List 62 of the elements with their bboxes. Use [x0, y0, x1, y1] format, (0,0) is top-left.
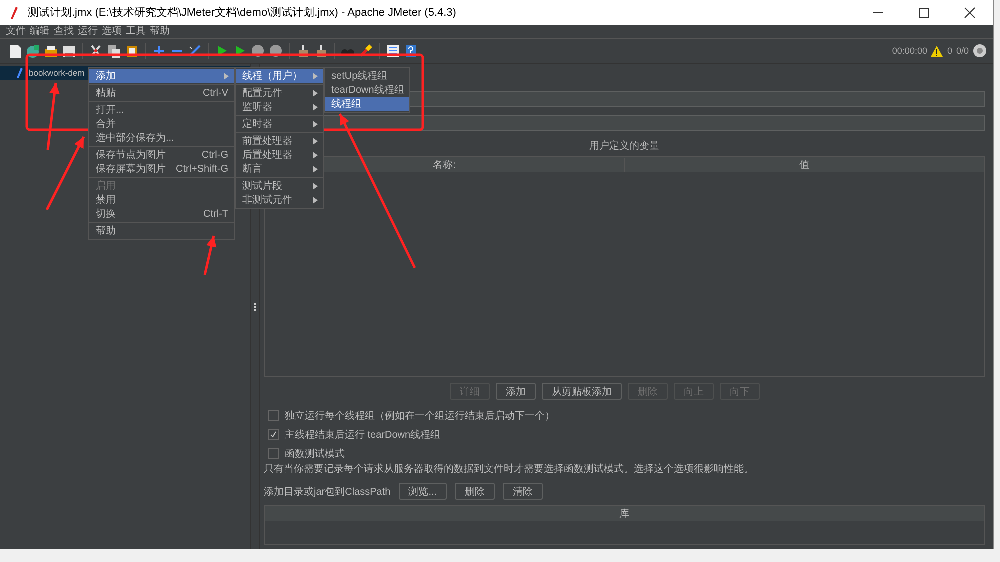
menu-item[interactable]: 配置元件 — [236, 86, 323, 100]
menu-item[interactable]: 查找 — [54, 26, 74, 38]
menu-item[interactable]: 禁用 — [89, 193, 234, 207]
globe-icon[interactable] — [26, 44, 40, 58]
menu-item[interactable]: 切换 Ctrl-T — [89, 207, 234, 221]
folder-icon[interactable] — [44, 44, 58, 58]
help-text: 只有当你需要记录每个请求从服务器取得的数据到文件时才需要选择函数测试模式。选择这个选项很影响性能。 — [264, 463, 755, 477]
menu-item[interactable]: 粘贴 Ctrl-V — [89, 86, 234, 100]
feather-icon — [16, 68, 24, 78]
error-count: 0 — [947, 46, 952, 56]
button[interactable]: 添加 — [496, 383, 536, 400]
menu-item[interactable]: 监听器 — [236, 100, 323, 114]
splitter-handle-icon[interactable] — [254, 302, 256, 310]
button[interactable]: 删除 — [455, 483, 496, 500]
checkbox[interactable] — [268, 410, 279, 421]
copy-icon[interactable] — [107, 44, 121, 58]
status-icon — [973, 44, 987, 58]
menu-item[interactable]: 测试片段 — [236, 179, 323, 193]
menu-item[interactable]: 选中部分保存为... — [89, 131, 234, 145]
menu-item[interactable]: 添加 — [89, 69, 234, 83]
menu-item[interactable]: setUp线程组 — [324, 69, 410, 83]
button[interactable]: 从剪贴板添加 — [542, 383, 622, 400]
close-icon[interactable] — [964, 6, 976, 18]
menu-item[interactable]: tearDown线程组 — [324, 83, 410, 97]
menu-item[interactable]: 帮助 — [150, 26, 170, 38]
checkbox[interactable] — [268, 448, 279, 459]
menu-item[interactable]: 运行 — [78, 26, 98, 38]
menu-item[interactable]: 保存屏幕为图片 Ctrl+Shift-G — [89, 162, 234, 176]
checkbox[interactable] — [268, 429, 279, 440]
checkbox-label: 函数测试模式 — [285, 448, 345, 460]
stop-icon[interactable] — [251, 44, 265, 58]
thread-count: 0/0 — [956, 46, 969, 56]
menu-item[interactable]: 保存节点为图片 Ctrl-G — [89, 148, 234, 162]
brush-icon[interactable] — [359, 44, 373, 58]
warning-icon[interactable] — [931, 46, 944, 56]
classpath-label: 添加目录或jar包到ClassPath — [264, 486, 391, 498]
elapsed-time: 00:00:00 — [892, 46, 928, 56]
menu-item[interactable]: 定时器 — [236, 117, 323, 131]
column-header[interactable]: 库 — [265, 506, 984, 520]
annotation-arrow — [204, 236, 217, 276]
menu-item[interactable]: 帮助 — [89, 224, 234, 238]
feather-icon — [8, 6, 20, 20]
button[interactable]: 浏览... — [398, 483, 448, 500]
menu-item[interactable]: 线程（用户） — [236, 69, 323, 83]
menu-item[interactable]: 工具 — [126, 26, 146, 38]
menu-item[interactable]: 线程组 — [324, 97, 410, 111]
checkbox-label: 主线程结束后运行 tearDown线程组 — [285, 428, 441, 442]
maximize-icon[interactable] — [918, 6, 930, 18]
section-title: 用户定义的变量 — [590, 141, 660, 153]
document-icon[interactable] — [8, 44, 22, 58]
menu-item[interactable]: 打开... — [89, 103, 234, 117]
menu-item[interactable]: 前置处理器 — [236, 134, 323, 148]
menu-item[interactable]: 选项 — [102, 26, 122, 38]
stop-icon[interactable] — [269, 44, 283, 58]
checkbox-label: 独立运行每个线程组（例如在一个组运行结束后启动下一个） — [285, 410, 555, 422]
menu-item[interactable]: 文件 — [6, 26, 26, 38]
menu-item[interactable]: 非测试元件 — [236, 193, 323, 207]
button[interactable]: 清除 — [503, 483, 544, 500]
column-header[interactable]: 值 — [625, 158, 984, 172]
window-title: 测试计划.jmx (E:\技术研究文档\JMeter文档\demo\测试计划.jmx) - Apache JMeter (5.4.3) — [28, 6, 456, 20]
menu-item[interactable]: 合并 — [89, 117, 234, 131]
menu-item[interactable]: 编辑 — [30, 26, 50, 38]
